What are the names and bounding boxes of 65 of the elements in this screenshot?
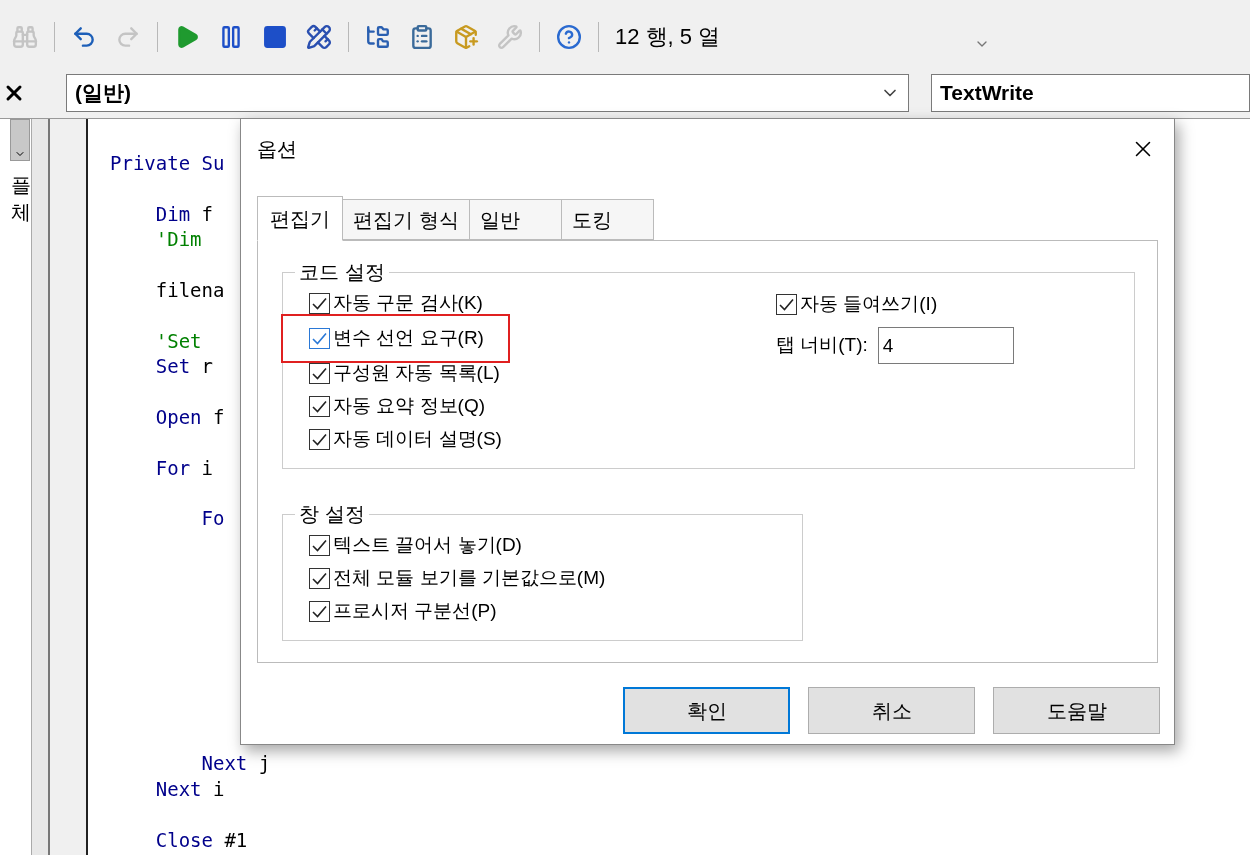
checkbox[interactable] [309,396,330,417]
option-label: 자동 들여쓰기(I) [800,292,938,317]
box-icon [453,23,479,50]
pencil-ruler-icon [306,23,332,50]
help-icon [556,23,582,50]
option-label: 자동 요약 정보(Q) [333,394,485,419]
check-icon [312,297,327,310]
option-label: 자동 구문 검사(K) [333,291,483,316]
module-label: 체 [11,200,31,225]
checkbox[interactable] [309,363,330,384]
checkbox[interactable] [776,294,797,315]
option-label: 구성원 자동 목록(L) [333,361,500,386]
stop-icon [262,23,288,50]
check-icon [312,400,327,413]
code-line: 'Set [154,328,202,354]
code-line: filena [154,277,225,303]
option-label: 프로시저 구분선(P) [333,599,497,624]
dialog-button[interactable]: 도움말 [993,687,1160,734]
code-line: Private Su [110,151,225,176]
dialog-button[interactable]: 취소 [808,687,975,734]
dialog-button[interactable]: 확인 [623,687,790,734]
check-icon [312,332,327,345]
checkbox[interactable] [309,535,330,556]
dialog-title: 옵션 [257,137,297,162]
check-icon [779,298,794,311]
tab[interactable]: 도킹 [560,199,654,240]
check-icon [312,539,327,552]
code-line: Next j [200,751,271,777]
option-label: 변수 선언 요구(R) [333,326,484,351]
tab[interactable]: 편집기 형식 [342,199,470,240]
clipboard-icon [409,23,435,50]
code-line: Next i [154,776,225,802]
code-line: Close #1 [154,827,248,853]
tab[interactable]: 일반 [468,199,562,240]
tab-width-field[interactable]: 4 [877,327,1014,364]
checkbox[interactable] [309,568,330,589]
object-combo[interactable]: (일반) [65,73,910,112]
splitter-bar[interactable] [32,119,50,855]
cursor-position: 12 행, 5 열 [615,23,721,51]
group-title: 창 설정 [298,502,366,527]
code-line: 'Dim [154,227,202,253]
wrench-icon [497,23,523,50]
checkbox[interactable] [309,601,330,622]
checkbox[interactable] [309,429,330,450]
check-icon [312,367,327,380]
code-line: Open f [154,404,225,430]
option-label: 전체 모듈 보기를 기본값으로(M) [333,566,606,591]
check-icon [312,433,327,446]
code-line: Dim f [154,201,213,227]
option-label: 텍스트 끌어서 놓기(D) [333,533,522,558]
check-icon [312,605,327,618]
group-title: 코드 설정 [298,260,386,285]
check-icon [312,572,327,585]
binoculars-icon [12,23,38,50]
procedure-combo[interactable]: TextWrite [931,73,1250,112]
field-label: 탭 너비(T): [776,333,868,358]
tab[interactable]: 편집기 [257,196,343,241]
checkbox[interactable] [309,293,330,314]
option-label: 자동 데이터 설명(S) [333,427,502,452]
code-line: For i [154,455,213,481]
code-line: Set r [154,354,213,380]
folder-tree-icon [365,23,391,50]
module-label: 플 [11,173,31,198]
checkbox[interactable] [309,328,330,349]
code-line: Fo [200,506,225,532]
